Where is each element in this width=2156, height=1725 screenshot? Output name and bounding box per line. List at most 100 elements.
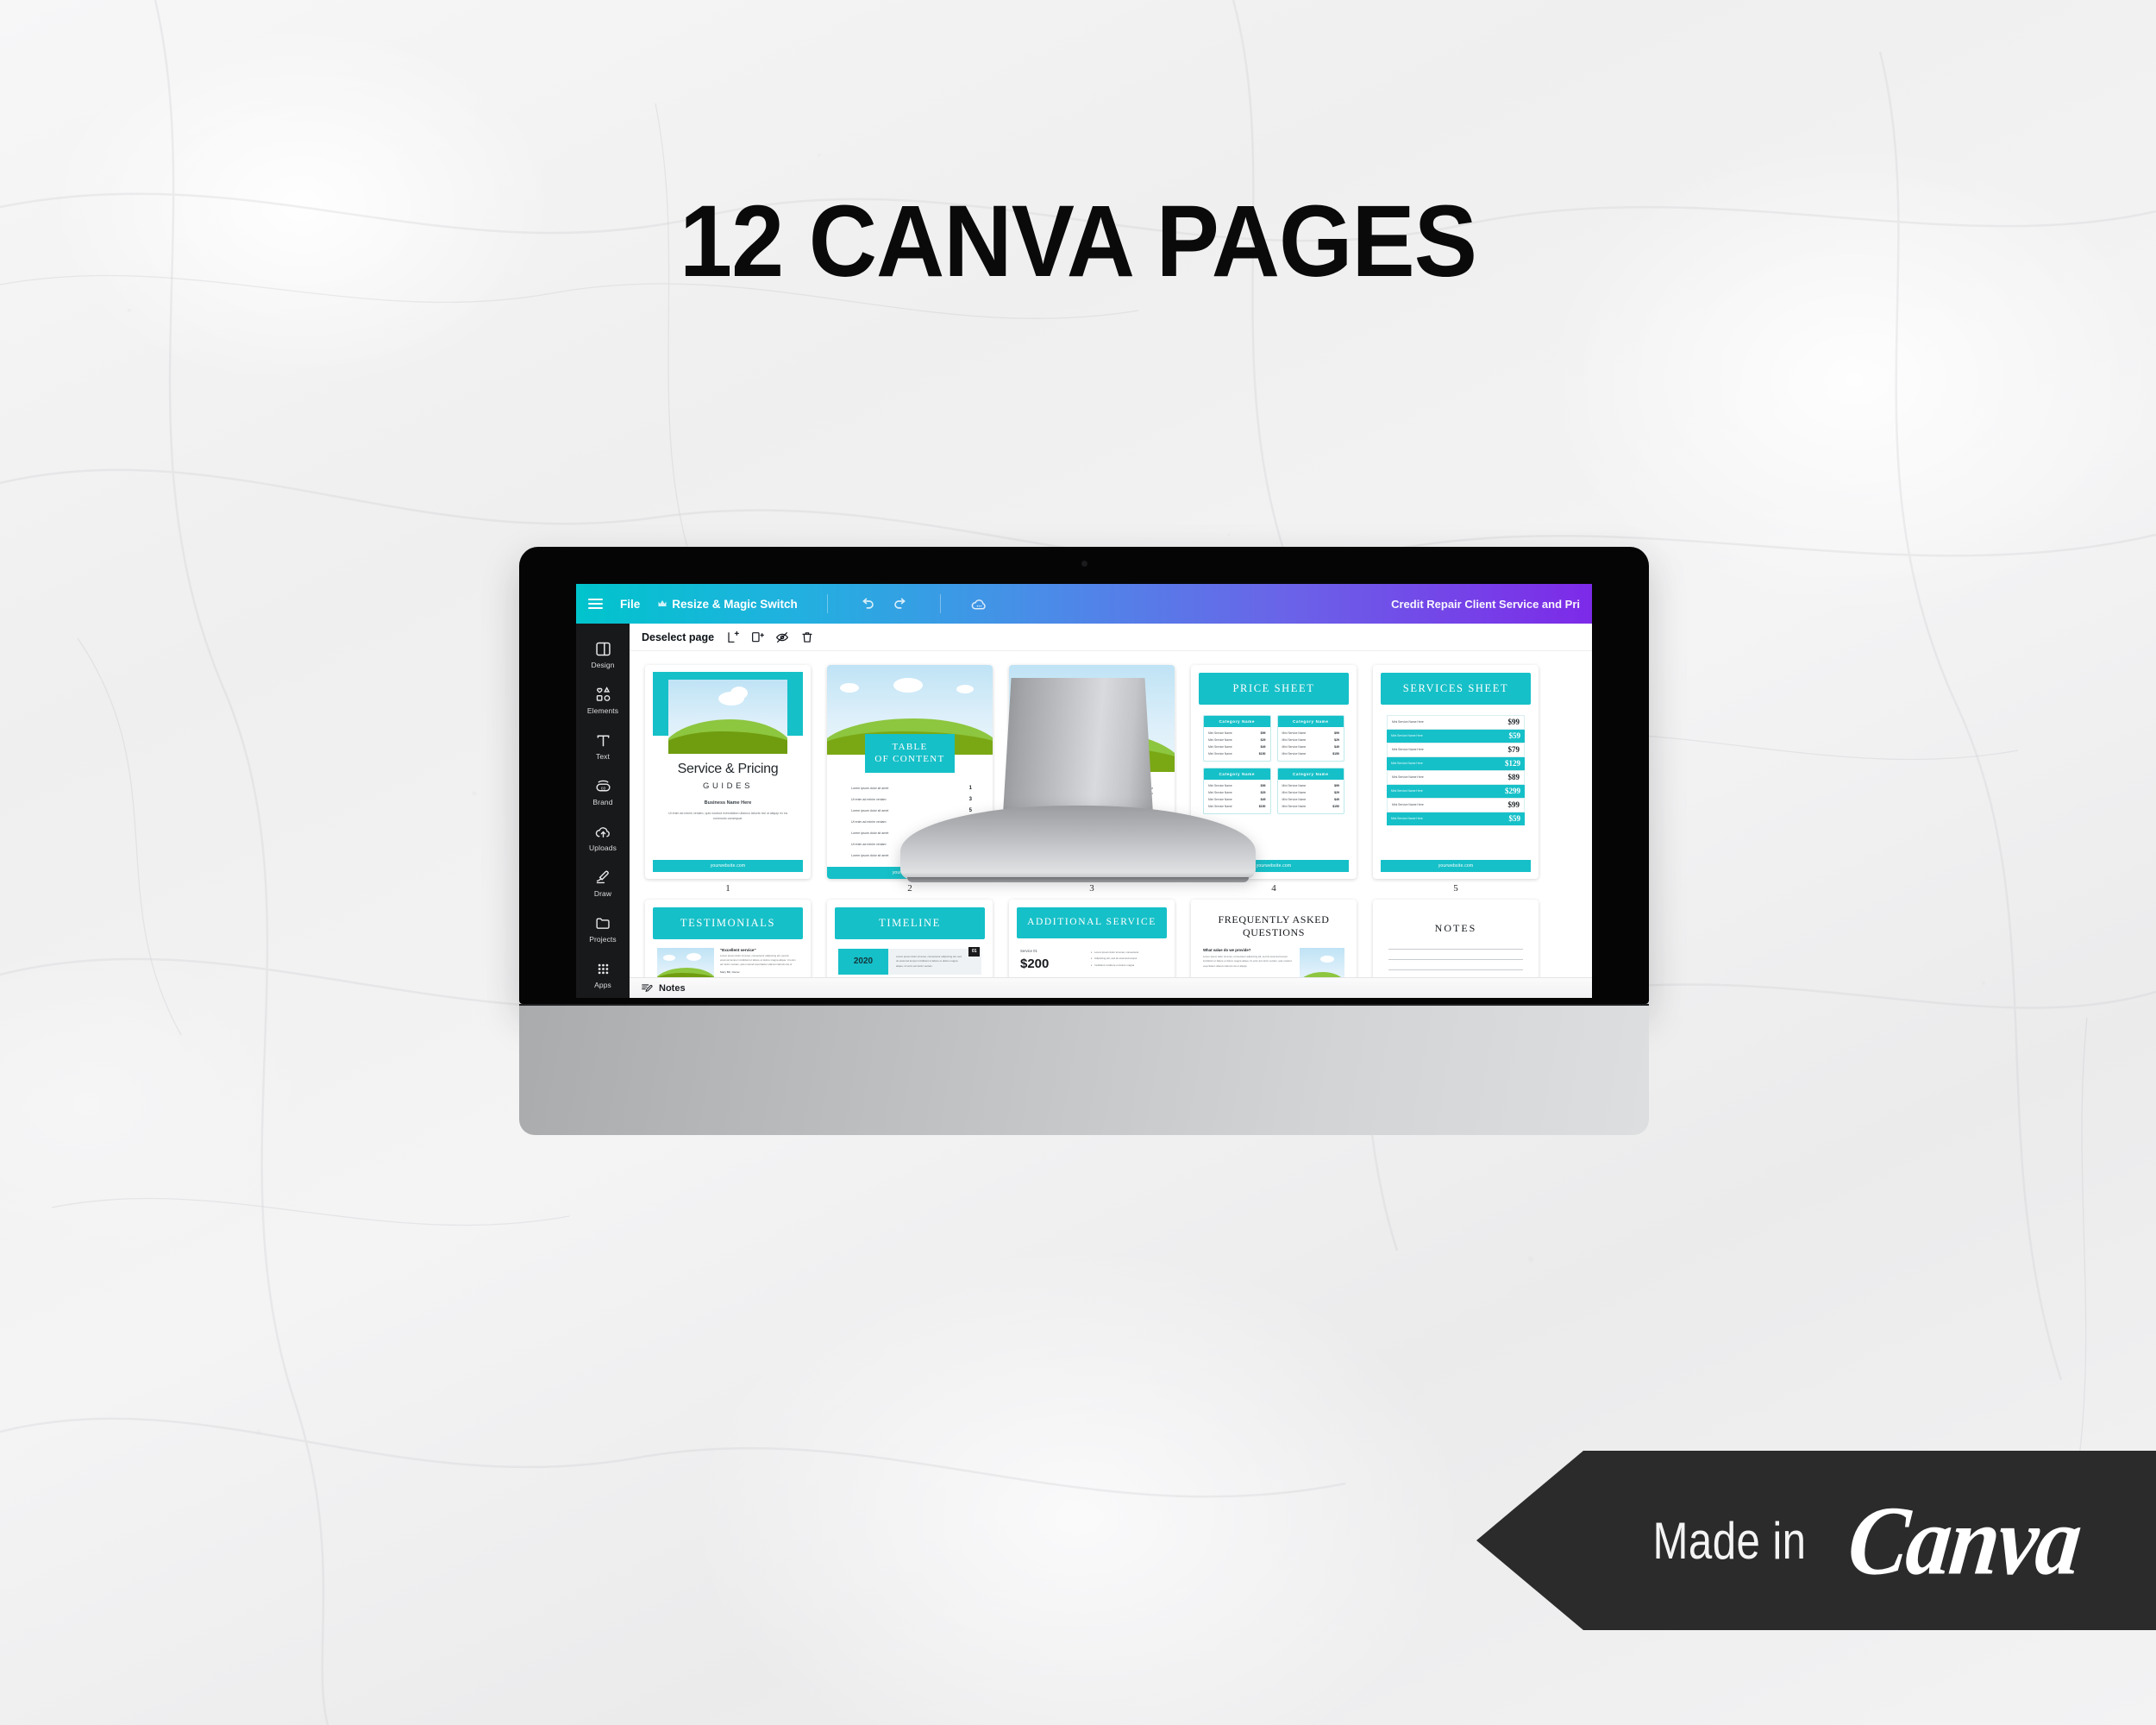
sidebar-item-projects[interactable]: Projects: [579, 908, 627, 949]
cloud-icon: [686, 952, 702, 961]
page-thumbnail-testimonials[interactable]: TESTIMONIALS "Excellent service" Lorem i…: [645, 900, 811, 977]
page-thumbnail-services-sheet[interactable]: SERVICES SHEET Mini Service Name Here $9…: [1373, 665, 1539, 879]
page-number-label: 5: [1453, 883, 1458, 894]
testimonial-item: "Excellent service" Lorem ipsum dolor si…: [657, 947, 799, 977]
cloud-icon: [893, 677, 923, 693]
page-slot-1: Service & Pricing GUIDES Business Name H…: [645, 665, 811, 896]
price-service: Mini Service Name: [1208, 783, 1232, 787]
services-row-label: Mini Service Name Here: [1392, 803, 1424, 807]
services-row: Mini Service Name Here $129: [1387, 756, 1525, 770]
services-row-label: Mini Service Name Here: [1392, 748, 1424, 752]
price-value: $49: [1334, 744, 1339, 749]
notes-title: NOTES: [1434, 922, 1477, 934]
delete-page-icon[interactable]: [800, 630, 814, 644]
cloud-saving-icon[interactable]: [970, 595, 988, 613]
timeline-entry: 2020 Lorem ipsum dolor sit amet, consect…: [838, 946, 981, 975]
page-thumbnail-faq[interactable]: FREQUENTLY ASKED QUESTIONS What value do…: [1191, 900, 1357, 977]
testimonial-quote: "Excellent service": [720, 947, 756, 952]
service-price: $200: [1020, 956, 1050, 971]
price-row: Mini Service Name $150: [1208, 752, 1266, 756]
price-service: Mini Service Name: [1282, 744, 1307, 749]
sidebar-label-text: Text: [596, 752, 610, 761]
toc-title-line2: OF CONTENT: [874, 754, 945, 765]
deselect-page-button[interactable]: Deselect page: [642, 631, 714, 643]
timeline-entry-list: 2020 Lorem ipsum dolor sit amet, consect…: [827, 939, 993, 977]
price-row: Mini Service Name $150: [1282, 805, 1340, 808]
canva-topbar: File Resize & Magic Switch Credit Repair…: [576, 584, 1592, 624]
price-sheet-title: PRICE SHEET: [1199, 673, 1349, 705]
page-thumbnail-additional-service[interactable]: ADDITIONAL SERVICE Service 01 $200 ▪ Lor…: [1009, 900, 1175, 977]
notes-bar[interactable]: Notes: [630, 977, 1592, 998]
timeline-body: Lorem ipsum dolor sit amet, consectetur …: [888, 948, 981, 975]
elements-icon: [596, 687, 610, 701]
add-page-icon[interactable]: [725, 630, 740, 644]
price-value: $150: [1332, 804, 1339, 808]
page-slot-7: TIMELINE 2020 Lorem ipsum dolor sit amet…: [827, 900, 993, 977]
sidebar-label-elements: Elements: [586, 706, 619, 715]
services-row-price: $89: [1507, 773, 1520, 782]
page-thumbnail-cover[interactable]: Service & Pricing GUIDES Business Name H…: [645, 665, 811, 879]
services-row: Mini Service Name Here $99: [1387, 714, 1525, 730]
page-thumbnail-timeline[interactable]: TIMELINE 2020 Lorem ipsum dolor sit amet…: [827, 900, 993, 977]
cover-title: Service & Pricing: [677, 762, 779, 776]
undo-icon[interactable]: [857, 595, 875, 613]
price-row: Mini Service Name $49: [1208, 798, 1266, 801]
made-in-canva-banner: Made in Canva: [1476, 1451, 2156, 1630]
price-service: Mini Service Name: [1282, 804, 1307, 808]
price-category-card: Category Name Mini Service Name $99 Mini …: [1203, 714, 1271, 762]
testimonial-author: Mary Bill, Owner: [720, 969, 740, 974]
sidebar-item-apps[interactable]: Apps: [579, 954, 627, 994]
faq-title: FREQUENTLY ASKED QUESTIONS: [1191, 900, 1357, 939]
page-thumbnail-notes[interactable]: NOTES: [1373, 900, 1539, 977]
hamburger-icon[interactable]: [588, 599, 603, 609]
services-row: Mini Service Name Here $99: [1387, 797, 1525, 812]
price-row: Mini Service Name $99: [1208, 784, 1266, 787]
service-label: Service 01: [1020, 948, 1037, 953]
price-value: $99: [1334, 731, 1339, 735]
page-row-2: TESTIMONIALS "Excellent service" Lorem i…: [645, 900, 1592, 977]
duplicate-page-icon[interactable]: [750, 630, 765, 644]
file-menu-button[interactable]: File: [620, 598, 640, 611]
notes-bar-label: Notes: [659, 982, 686, 994]
price-value: $99: [1334, 783, 1339, 787]
sidebar-item-draw[interactable]: Draw: [579, 862, 627, 903]
cover-business-name: Business Name Here: [704, 800, 752, 806]
resize-magic-switch-button[interactable]: Resize & Magic Switch: [657, 598, 798, 611]
faq-question: What value do we provide?: [1203, 948, 1251, 952]
sidebar-item-elements[interactable]: Elements: [579, 680, 627, 720]
price-row: Mini Service Name $99: [1282, 784, 1340, 787]
services-row-label: Mini Service Name Here: [1391, 762, 1423, 766]
price-service: Mini Service Name: [1282, 737, 1307, 742]
services-row: Mini Service Name Here $89: [1387, 769, 1525, 785]
services-row: Mini Service Name Here $59: [1387, 729, 1525, 743]
hide-page-icon[interactable]: [775, 630, 789, 644]
price-row: Mini Service Name $49: [1282, 745, 1340, 749]
sidebar-item-text[interactable]: Text: [579, 725, 627, 766]
services-row-label: Mini Service Name Here: [1391, 789, 1423, 794]
redo-icon[interactable]: [893, 595, 911, 613]
sidebar-item-uploads[interactable]: Uploads: [579, 817, 627, 857]
toolbar-divider-2: [939, 594, 941, 613]
design-icon: [595, 642, 611, 656]
apps-icon: [598, 963, 608, 975]
document-title[interactable]: Credit Repair Client Service and Pri: [1391, 598, 1580, 611]
toc-entry: Ut enim ad minim veniam 3: [851, 797, 972, 802]
testimonials-title: TESTIMONIALS: [653, 907, 803, 939]
timeline-title: TIMELINE: [835, 907, 985, 939]
price-value: $49: [1334, 797, 1339, 801]
file-menu-label: File: [620, 597, 641, 611]
services-row-label: Mini Service Name Here: [1392, 720, 1424, 724]
price-value: $29: [1260, 737, 1266, 742]
faq-answer: Lorem ipsum dolor sit amet, consectetur …: [1203, 955, 1292, 968]
price-value: $29: [1260, 790, 1266, 794]
price-value: $49: [1260, 744, 1266, 749]
sidebar-item-design[interactable]: Design: [579, 634, 627, 674]
timeline-year: 2020: [838, 948, 888, 975]
price-value: $150: [1258, 751, 1266, 756]
price-row: Mini Service Name $29: [1282, 791, 1340, 794]
resize-magic-switch-label: Resize & Magic Switch: [672, 597, 798, 611]
faq-list: What value do we provide? Lorem ipsum do…: [1191, 939, 1357, 977]
sidebar-label-apps: Apps: [594, 981, 611, 989]
cover-subtitle: GUIDES: [702, 781, 754, 791]
sidebar-item-brand[interactable]: co Brand: [579, 771, 627, 812]
